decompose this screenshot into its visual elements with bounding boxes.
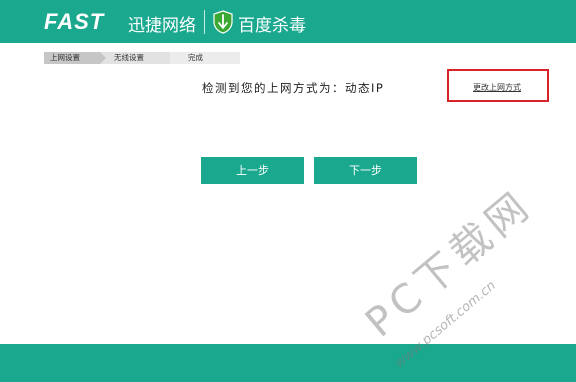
partner-name: 百度杀毒 xyxy=(238,16,306,36)
step-wireless-settings: 无线设置 xyxy=(100,52,170,64)
header-bar: FAST 迅捷网络 百度杀毒 xyxy=(0,0,576,43)
prev-step-button[interactable]: 上一步 xyxy=(201,157,304,184)
change-connection-link[interactable]: 更改上网方式 xyxy=(473,82,521,93)
shield-icon xyxy=(213,10,233,34)
step-complete: 完成 xyxy=(170,52,240,64)
connection-type-message: 检测到您的上网方式为：动态IP xyxy=(202,81,385,95)
header-divider xyxy=(204,10,205,34)
fast-logo: FAST xyxy=(44,9,105,34)
brand-name: 迅捷网络 xyxy=(128,16,196,36)
next-step-button[interactable]: 下一步 xyxy=(314,157,417,184)
step-internet-settings: 上网设置 xyxy=(44,52,106,64)
step-breadcrumb: 上网设置 无线设置 完成 xyxy=(44,52,240,64)
footer-bar xyxy=(0,344,576,382)
